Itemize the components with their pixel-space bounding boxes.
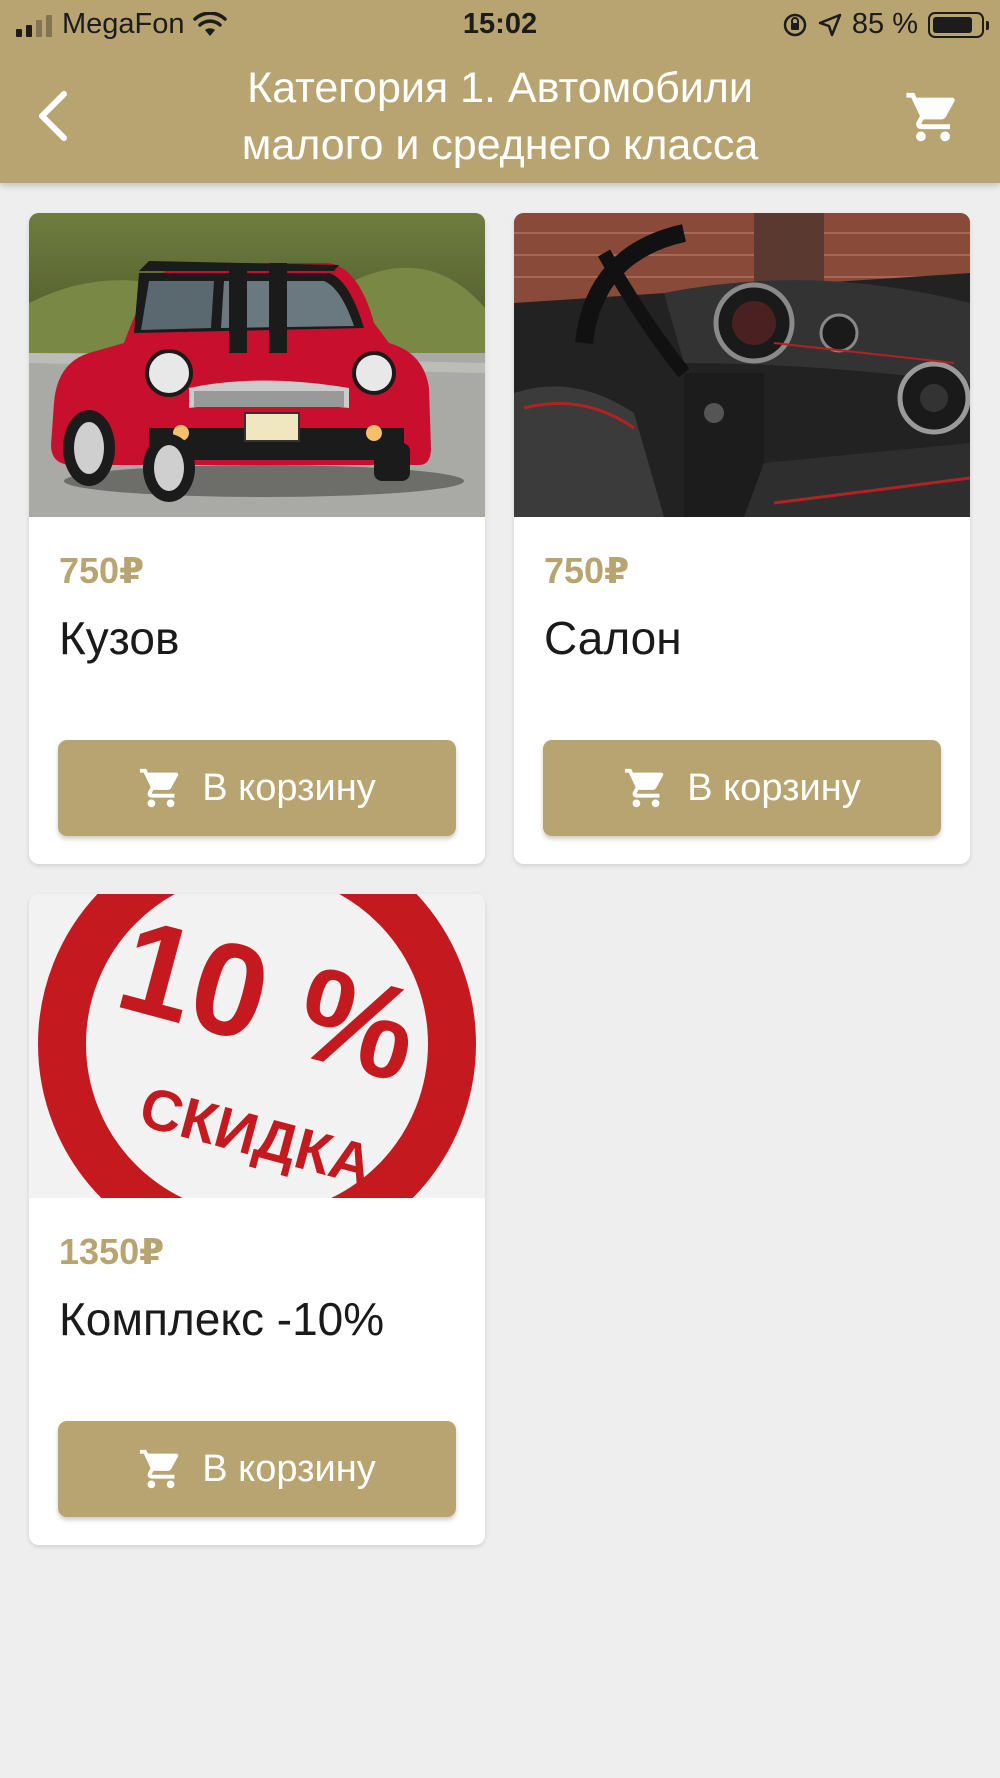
add-to-cart-button[interactable]: В корзину — [543, 740, 941, 836]
app-header: MegaFon 15:02 85 % Категория 1. Автомоби… — [0, 0, 1000, 183]
product-card[interactable]: 750₽ Салон В корзину — [514, 213, 970, 864]
shopping-cart-icon — [906, 92, 955, 142]
shopping-cart-icon — [140, 768, 179, 808]
product-price: 750₽ — [544, 550, 630, 591]
chevron-left-icon — [39, 91, 67, 141]
add-to-cart-label: В корзину — [202, 1447, 376, 1490]
page-title: Категория 1. Автомобили малого и среднег… — [130, 60, 870, 174]
product-image-discount-stamp: 10 % СКИДКА — [29, 894, 485, 1198]
location-arrow-icon — [818, 13, 842, 36]
add-to-cart-button[interactable]: В корзину — [58, 740, 456, 836]
back-button[interactable] — [30, 88, 80, 144]
shopping-cart-icon — [625, 768, 664, 808]
cart-button[interactable] — [904, 88, 962, 146]
product-card[interactable]: 10 % СКИДКА 1350₽ Комплекс -10% В корзин… — [29, 894, 485, 1545]
product-price: 750₽ — [59, 550, 145, 591]
product-price: 1350₽ — [59, 1231, 165, 1272]
add-to-cart-label: В корзину — [202, 766, 376, 809]
product-card[interactable]: 750₽ Кузов В корзину — [29, 213, 485, 864]
page-title-line-1: Категория 1. Автомобили — [247, 64, 753, 112]
orientation-lock-icon — [783, 13, 807, 36]
product-image-car-exterior — [29, 213, 485, 517]
product-name: Кузов — [59, 612, 180, 664]
shopping-cart-icon — [140, 1449, 179, 1489]
battery-icon — [928, 11, 989, 38]
battery-percent: 85 % — [851, 8, 918, 40]
product-image-car-interior — [514, 213, 970, 517]
battery-fill — [933, 16, 973, 33]
add-to-cart-label: В корзину — [687, 766, 861, 809]
page-title-line-2: малого и среднего класса — [241, 121, 759, 169]
status-right: 85 % — [782, 8, 989, 41]
product-name: Салон — [544, 612, 682, 664]
add-to-cart-button[interactable]: В корзину — [58, 1421, 456, 1517]
status-bar: MegaFon 15:02 85 % — [0, 0, 1000, 50]
product-name: Комплекс -10% — [59, 1293, 385, 1345]
